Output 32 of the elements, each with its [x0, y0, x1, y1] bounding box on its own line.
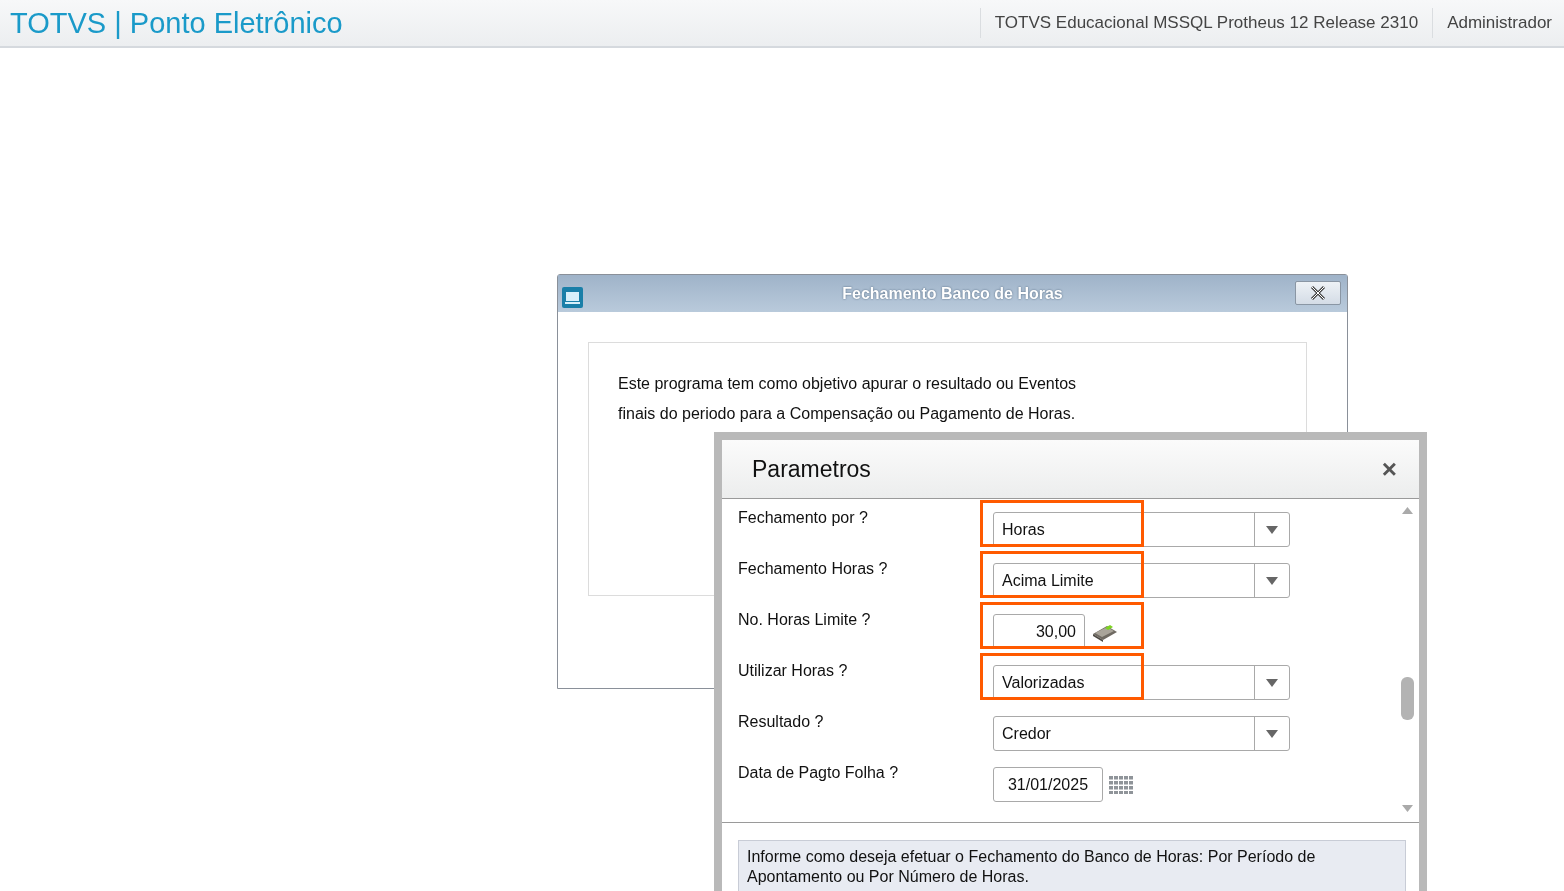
app-title: TOTVS | Ponto Eletrônico [9, 6, 344, 40]
field-label: Utilizar Horas ? [737, 661, 849, 681]
field-label: No. Horas Limite ? [737, 610, 872, 630]
caret-icon [1266, 729, 1278, 738]
dropdown-field[interactable]: Credor [993, 716, 1290, 751]
close-button[interactable]: × [1381, 456, 1397, 482]
caret-icon [1266, 576, 1278, 585]
dropdown-field[interactable]: Horas [993, 512, 1290, 547]
scroll-up-icon[interactable] [1402, 507, 1413, 514]
calendar-icon[interactable] [1109, 775, 1133, 794]
scroll-down-icon[interactable] [1402, 805, 1413, 812]
field-label: Resultado ? [737, 712, 825, 732]
field-label: Fechamento por ? [737, 508, 869, 528]
field-label: Data de Pagto Folha ? [737, 763, 900, 783]
user-name[interactable]: Administrador [1432, 8, 1564, 38]
close-button[interactable] [1295, 281, 1341, 305]
number-field[interactable]: 30,00 [993, 614, 1085, 649]
dialog-title: Fechamento Banco de Horas [842, 284, 1063, 303]
close-icon [1309, 285, 1327, 301]
field-label: Fechamento Horas ? [737, 559, 889, 579]
date-field[interactable]: 31/01/2025 [993, 767, 1103, 802]
description-text: Este programa tem como objetivo apurar o resultado ou Eventos [618, 374, 1078, 394]
environment-label: TOTVS Educacional MSSQL Protheus 12 Release 2310 [979, 8, 1433, 38]
dialog-title: Parametros [752, 455, 871, 483]
description-text: finais do periodo para a Compensação ou Pagamento de Horas. [618, 404, 1077, 424]
dropdown-field[interactable]: Valorizadas [993, 665, 1290, 700]
caret-icon [1266, 678, 1278, 687]
monitor-icon [562, 287, 583, 308]
help-text: Informe como deseja efetuar o Fechamento do Banco de Horas: Por Período de Apontamento ou Por Número de Horas. [738, 840, 1406, 891]
scrollbar-thumb[interactable] [1401, 677, 1414, 720]
dropdown-field[interactable]: Acima Limite [993, 563, 1290, 598]
caret-icon [1266, 525, 1278, 534]
